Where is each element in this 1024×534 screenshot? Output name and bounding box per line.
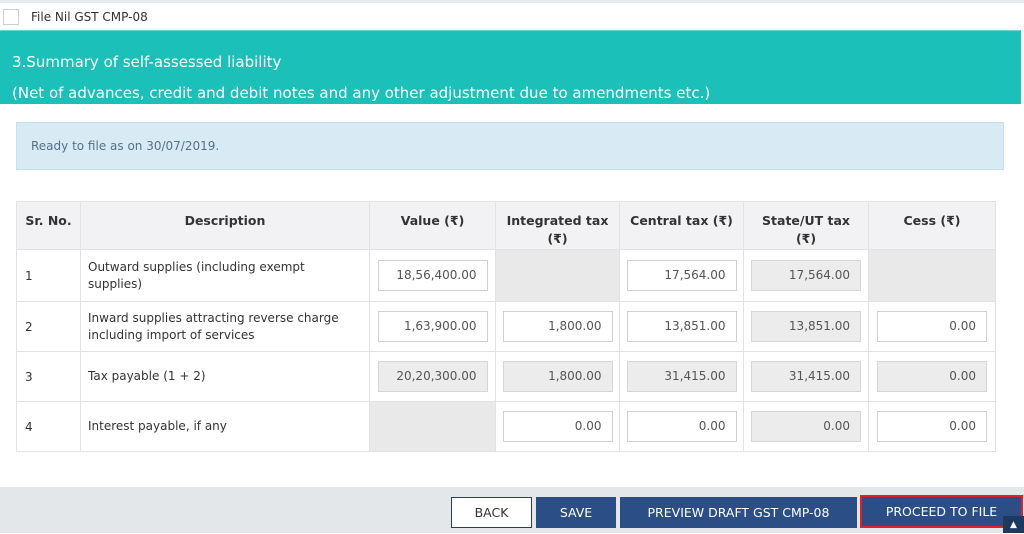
header-central-tax: Central tax (₹): [619, 201, 744, 250]
table-header-row: Sr. No. Description Value (₹) Integrated…: [16, 201, 996, 250]
state-tax-readonly: 31,415.00: [751, 361, 861, 392]
scroll-to-top-icon[interactable]: ▲: [1003, 516, 1024, 533]
cess-input[interactable]: 0.00: [877, 411, 987, 442]
section-header: 3.Summary of self-assessed liability (Ne…: [0, 30, 1021, 104]
integrated-tax-readonly: 1,800.00: [502, 361, 613, 392]
row-description: Interest payable, if any: [80, 401, 370, 452]
preview-draft-button[interactable]: PREVIEW DRAFT GST CMP-08: [620, 497, 857, 528]
value-input[interactable]: 1,63,900.00: [377, 311, 488, 342]
cess-disabled-cell: [868, 249, 996, 302]
state-tax-readonly: 13,851.00: [751, 311, 861, 342]
save-button[interactable]: SAVE: [536, 497, 616, 528]
central-tax-input[interactable]: 17,564.00: [626, 260, 737, 291]
integrated-tax-disabled-cell: [495, 249, 620, 302]
action-bar: BACK SAVE PREVIEW DRAFT GST CMP-08 PROCE…: [0, 487, 1024, 533]
header-sr-no: Sr. No.: [16, 201, 81, 250]
state-tax-readonly: 0.00: [751, 411, 861, 442]
liability-table: Sr. No. Description Value (₹) Integrated…: [16, 201, 996, 452]
central-tax-input[interactable]: 13,851.00: [626, 311, 737, 342]
row-sr: 4: [16, 401, 81, 452]
back-button[interactable]: BACK: [451, 497, 532, 528]
cess-input[interactable]: 0.00: [877, 311, 987, 342]
nil-filing-checkbox[interactable]: [3, 8, 19, 25]
header-description: Description: [80, 201, 370, 250]
header-cess: Cess (₹): [868, 201, 996, 250]
table-row: 2 Inward supplies attracting reverse cha…: [16, 301, 996, 352]
table-row: 3 Tax payable (1 + 2) 20,20,300.00 1,800…: [16, 351, 996, 402]
row-sr: 2: [16, 301, 81, 352]
row-description: Inward supplies attracting reverse charg…: [80, 301, 370, 352]
cess-readonly: 0.00: [877, 361, 987, 392]
status-alert-text: Ready to file as on 30/07/2019.: [31, 139, 220, 153]
value-disabled-cell: [369, 401, 496, 452]
section-subtitle: (Net of advances, credit and debit notes…: [12, 84, 711, 102]
table-row: 1 Outward supplies (including exempt sup…: [16, 249, 996, 302]
proceed-to-file-button[interactable]: PROCEED TO FILE: [860, 495, 1023, 528]
row-sr: 3: [16, 351, 81, 402]
central-tax-readonly: 31,415.00: [626, 361, 737, 392]
value-input[interactable]: 18,56,400.00: [377, 260, 488, 291]
nil-filing-label: File Nil GST CMP-08: [31, 9, 148, 24]
table-row: 4 Interest payable, if any 0.00 0.00 0.0…: [16, 401, 996, 452]
row-description: Outward supplies (including exempt suppl…: [80, 249, 370, 302]
row-description: Tax payable (1 + 2): [80, 351, 370, 402]
header-state-tax: State/UT tax (₹): [743, 201, 869, 250]
header-value: Value (₹): [369, 201, 496, 250]
row-sr: 1: [16, 249, 81, 302]
section-title: 3.Summary of self-assessed liability: [12, 53, 282, 71]
value-readonly: 20,20,300.00: [377, 361, 488, 392]
nil-filing-row: File Nil GST CMP-08: [0, 3, 1024, 30]
state-tax-readonly: 17,564.00: [751, 260, 861, 291]
central-tax-input[interactable]: 0.00: [626, 411, 737, 442]
integrated-tax-input[interactable]: 0.00: [502, 411, 613, 442]
status-alert: Ready to file as on 30/07/2019.: [16, 122, 1004, 170]
integrated-tax-input[interactable]: 1,800.00: [502, 311, 613, 342]
header-integrated-tax: Integrated tax (₹): [495, 201, 620, 250]
